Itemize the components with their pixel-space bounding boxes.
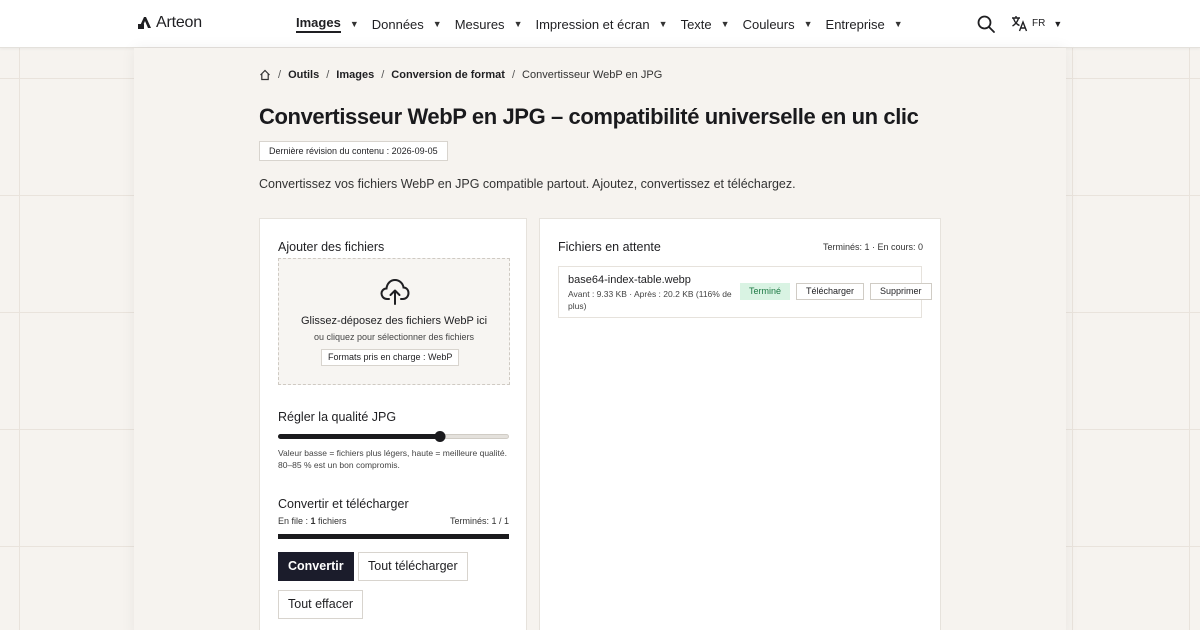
converter-panel: Ajouter des fichiers Glissez-déposez des… xyxy=(259,218,527,630)
revision-badge: Dernière révision du contenu : 2026-09-0… xyxy=(259,141,448,161)
nav-label: Données xyxy=(371,16,424,32)
nav-label: Entreprise xyxy=(825,16,885,32)
chevron-down-icon: ▼ xyxy=(1053,18,1063,29)
nav-label: Mesures xyxy=(454,16,505,32)
language-selector[interactable]: FR ▼ xyxy=(1011,15,1062,32)
file-dropzone[interactable]: Glissez-déposez des fichiers WebP ici ou… xyxy=(278,258,510,385)
chevron-down-icon: ▼ xyxy=(720,19,730,29)
nav-item-entreprise[interactable]: Entreprise ▼ xyxy=(826,17,903,32)
convert-heading: Convertir et télécharger xyxy=(278,497,409,511)
queue-status: En file : 1 fichiers Terminés: 1 / 1 xyxy=(278,516,509,526)
breadcrumb: / Outils / Images / Conversion de format… xyxy=(259,69,662,81)
page-intro: Convertissez vos fichiers WebP en JPG co… xyxy=(259,177,796,191)
nav-label: Texte xyxy=(680,16,712,32)
nav-label: Impression et écran xyxy=(535,16,650,32)
nav-item-couleurs[interactable]: Couleurs ▼ xyxy=(743,17,813,32)
logo[interactable]: Arteon xyxy=(137,14,202,32)
queue-suffix: fichiers xyxy=(315,516,347,526)
site-header: Arteon Images ▼ Données ▼ Mesures ▼ Impr… xyxy=(0,0,1200,48)
pending-status: Terminés: 1 · En cours: 0 xyxy=(822,242,923,252)
done-count: Terminés: 1 / 1 xyxy=(449,516,509,526)
pending-heading: Fichiers en attente xyxy=(558,240,661,254)
file-size-info: Avant : 9.33 KB · Après : 20.2 KB (116% … xyxy=(568,289,732,311)
breadcrumb-current: Convertisseur WebP en JPG xyxy=(522,69,663,81)
nav-label: Images xyxy=(296,15,341,33)
chevron-down-icon: ▼ xyxy=(349,19,359,29)
cloud-upload-icon xyxy=(380,278,410,305)
dropzone-title: Glissez-déposez des fichiers WebP ici xyxy=(300,315,488,327)
language-code: FR xyxy=(1032,18,1046,29)
upload-heading: Ajouter des fichiers xyxy=(278,240,385,254)
conversion-progress-bar xyxy=(278,534,509,539)
supported-formats: Formats pris en charge : WebP xyxy=(321,349,460,366)
quality-hint: Valeur basse = fichiers plus légers, hau… xyxy=(278,448,507,470)
dropzone-subtitle: ou cliquez pour sélectionner des fichier… xyxy=(313,332,475,342)
breadcrumb-link-images[interactable]: Images xyxy=(336,69,374,81)
quality-heading: Régler la qualité JPG xyxy=(278,410,397,424)
nav-item-images[interactable]: Images ▼ xyxy=(296,15,359,33)
nav-item-donnees[interactable]: Données ▼ xyxy=(372,17,442,32)
nav-item-mesures[interactable]: Mesures ▼ xyxy=(455,17,523,32)
convert-button[interactable]: Convertir xyxy=(278,552,354,581)
download-file-button[interactable]: Télécharger xyxy=(796,283,865,300)
chevron-down-icon: ▼ xyxy=(658,19,668,29)
logo-text: Arteon xyxy=(156,14,202,31)
nav-item-texte[interactable]: Texte ▼ xyxy=(681,17,730,32)
file-row: base64-index-table.webp Avant : 9.33 KB … xyxy=(558,266,932,318)
clear-all-button[interactable]: Tout effacer xyxy=(278,590,364,619)
status-badge: Terminé xyxy=(740,283,791,300)
queue-count: En file : 1 fichiers xyxy=(278,516,347,526)
quality-slider[interactable] xyxy=(278,431,509,442)
breadcrumb-separator: / xyxy=(278,69,282,81)
breadcrumb-separator: / xyxy=(511,69,516,81)
main-content: / Outils / Images / Conversion de format… xyxy=(134,48,1066,630)
breadcrumb-separator: / xyxy=(381,69,385,81)
chevron-down-icon: ▼ xyxy=(893,19,903,29)
breadcrumb-separator: / xyxy=(326,69,330,81)
breadcrumb-link-conversion[interactable]: Conversion de format xyxy=(391,69,505,81)
chevron-down-icon: ▼ xyxy=(432,19,442,29)
logo-icon xyxy=(138,17,151,29)
delete-file-button[interactable]: Supprimer xyxy=(870,283,932,300)
slider-thumb[interactable] xyxy=(434,431,446,442)
main-nav: Images ▼ Données ▼ Mesures ▼ Impression … xyxy=(296,0,916,48)
page-title: Convertisseur WebP en JPG – compatibilit… xyxy=(259,104,919,129)
queue-prefix: En file : xyxy=(278,516,311,526)
slider-fill xyxy=(278,434,440,439)
chevron-down-icon: ▼ xyxy=(513,19,523,29)
nav-item-impression[interactable]: Impression et écran ▼ xyxy=(535,17,667,32)
breadcrumb-link-outils[interactable]: Outils xyxy=(288,69,319,81)
pending-files-panel: Fichiers en attente Terminés: 1 · En cou… xyxy=(539,218,941,630)
home-icon[interactable] xyxy=(259,69,271,81)
download-all-button[interactable]: Tout télécharger xyxy=(358,552,468,581)
chevron-down-icon: ▼ xyxy=(803,19,813,29)
nav-label: Couleurs xyxy=(742,16,795,32)
progress-fill xyxy=(278,534,509,539)
search-icon[interactable] xyxy=(976,14,996,34)
file-name: base64-index-table.webp xyxy=(568,274,691,286)
translate-icon xyxy=(1012,16,1028,32)
